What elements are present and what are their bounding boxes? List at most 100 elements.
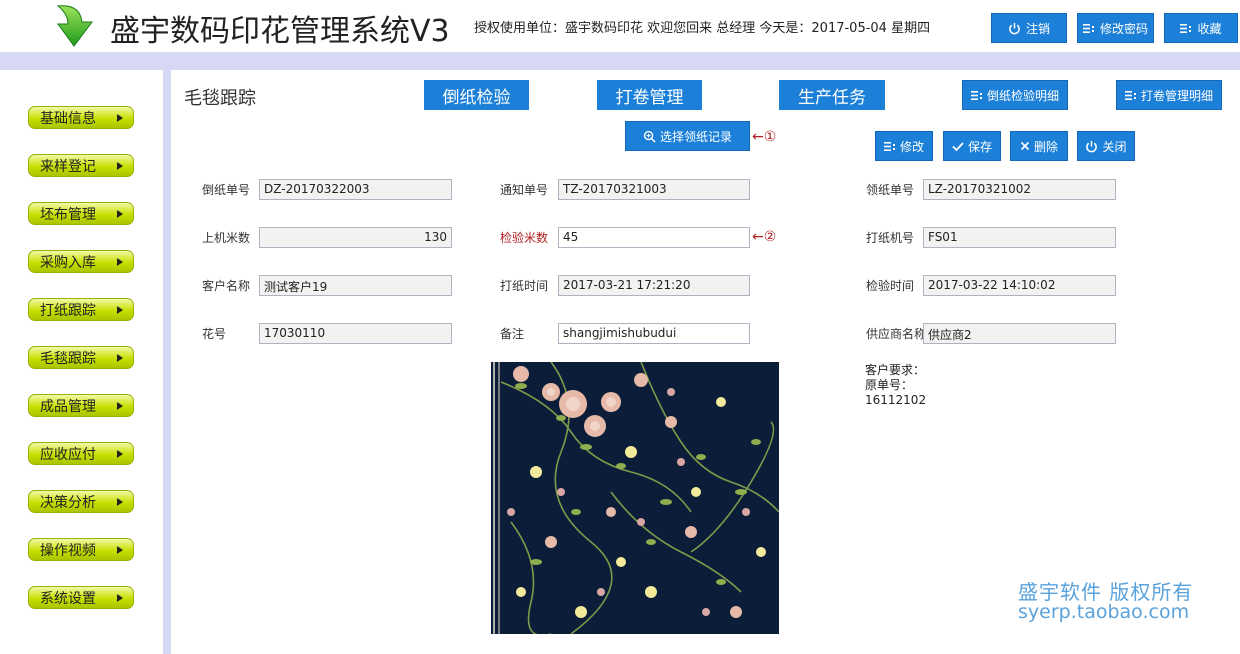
select-record-label: 选择领纸记录 — [659, 129, 732, 144]
customer-requirement-label: 客户要求： — [865, 363, 926, 377]
sidebar-item-decision-analysis[interactable]: 决策分析 — [28, 490, 134, 513]
sidebar-item-label: 成品管理 — [40, 398, 96, 415]
machine-meters-label: 上机米数 — [202, 231, 251, 245]
zoom-in-icon — [643, 130, 656, 143]
pattern-label: 花号 — [202, 327, 227, 341]
list-icon — [1082, 23, 1094, 33]
inspect-time-field[interactable]: 2017-03-22 14:10:02 — [923, 275, 1116, 296]
save-button[interactable]: 保存 — [943, 131, 1001, 161]
sidebar-item-label: 应收应付 — [40, 446, 96, 463]
sidebar-item-label: 毛毯跟踪 — [40, 350, 96, 367]
triangle-right-icon — [117, 162, 123, 170]
sidebar-item-print-tracking[interactable]: 打纸跟踪 — [28, 298, 134, 321]
customer-field[interactable]: 测试客户19 — [259, 275, 452, 296]
change-password-label: 修改密码 — [1099, 21, 1148, 36]
edit-button[interactable]: 修改 — [875, 131, 933, 161]
list-icon — [883, 141, 895, 151]
select-record-button[interactable]: 选择领纸记录 — [625, 121, 750, 151]
floral-pattern-graphic — [491, 362, 779, 634]
sidebar-item-basic-info[interactable]: 基础信息 — [28, 106, 134, 129]
sidebar-item-greige-management[interactable]: 坯布管理 — [28, 202, 134, 225]
delete-button[interactable]: 删除 — [1010, 131, 1068, 161]
tab-production-task[interactable]: 生产任务 — [779, 80, 885, 110]
sidebar-item-finished-goods[interactable]: 成品管理 — [28, 394, 134, 417]
inspect-time-label: 检验时间 — [866, 279, 915, 293]
save-label: 保存 — [967, 139, 992, 154]
edit-label: 修改 — [899, 139, 924, 154]
annotation-marker-2: ←② — [752, 229, 777, 245]
daozhi-no-field[interactable]: DZ-20170322003 — [259, 179, 452, 200]
close-button[interactable]: 关闭 — [1077, 131, 1135, 161]
copyright-watermark: 盛宇软件 版权所有 syerp.taobao.com — [1018, 582, 1193, 622]
inspect-meters-label: 检验米数 — [500, 231, 549, 245]
logout-label: 注销 — [1025, 21, 1050, 36]
power-icon — [1086, 140, 1098, 152]
logo-arrow-icon — [56, 5, 93, 47]
app-header: 盛宇数码印花管理系统V3 授权使用单位：盛宇数码印花 欢迎您回来 总经理 今天是… — [0, 0, 1240, 52]
pattern-field[interactable]: 17030110 — [259, 323, 452, 344]
user-info: 授权使用单位：盛宇数码印花 欢迎您回来 总经理 今天是：2017-05-04 星… — [474, 21, 931, 36]
sidebar: 基础信息 来样登记 坯布管理 采购入库 打纸跟踪 毛毯跟踪 成品管理 应收应付 … — [0, 70, 163, 654]
fabric-pattern-image — [491, 362, 779, 634]
sidebar-item-purchase-inbound[interactable]: 采购入库 — [28, 250, 134, 273]
rolling-detail-button[interactable]: 打卷管理明细 — [1116, 80, 1222, 110]
favorites-label: 收藏 — [1197, 21, 1222, 36]
print-time-label: 打纸时间 — [500, 279, 549, 293]
sidebar-item-label: 打纸跟踪 — [40, 302, 96, 319]
printer-no-label: 打纸机号 — [866, 231, 915, 245]
sidebar-item-tutorial-video[interactable]: 操作视频 — [28, 538, 134, 561]
list-icon — [970, 90, 982, 100]
app-title: 盛宇数码印花管理系统V3 — [110, 14, 450, 49]
sidebar-item-label: 系统设置 — [40, 590, 96, 607]
sidebar-item-sample-registration[interactable]: 来样登记 — [28, 154, 134, 177]
list-icon — [1124, 90, 1136, 100]
favorites-button[interactable]: 收藏 — [1164, 13, 1238, 43]
triangle-right-icon — [117, 258, 123, 266]
sidebar-item-receivables-payables[interactable]: 应收应付 — [28, 442, 134, 465]
customer-label: 客户名称 — [202, 279, 251, 293]
watermark-line-1: 盛宇软件 版权所有 — [1018, 580, 1194, 604]
remark-field[interactable]: shangjimishubudui — [558, 323, 750, 344]
lingzhi-no-field[interactable]: LZ-20170321002 — [923, 179, 1116, 200]
logout-button[interactable]: 注销 — [991, 13, 1067, 43]
triangle-right-icon — [117, 450, 123, 458]
sidebar-item-system-settings[interactable]: 系统设置 — [28, 586, 134, 609]
sidebar-item-blanket-tracking[interactable]: 毛毯跟踪 — [28, 346, 134, 369]
close-label: 关闭 — [1102, 139, 1127, 154]
daozhi-no-label: 倒纸单号 — [202, 183, 251, 197]
inspection-detail-label: 倒纸检验明细 — [986, 88, 1059, 103]
sidebar-item-label: 基础信息 — [40, 110, 96, 127]
sidebar-item-label: 决策分析 — [40, 494, 96, 511]
power-icon — [1009, 22, 1020, 34]
original-order-number: 16112102 — [865, 393, 927, 407]
original-order-label: 原单号： — [865, 378, 914, 392]
triangle-right-icon — [117, 546, 123, 554]
tab-paper-inspection[interactable]: 倒纸检验 — [424, 80, 529, 110]
triangle-right-icon — [117, 594, 123, 602]
header-band — [0, 52, 1240, 70]
inspection-detail-button[interactable]: 倒纸检验明细 — [962, 80, 1068, 110]
triangle-right-icon — [117, 354, 123, 362]
remark-label: 备注 — [500, 327, 525, 341]
list-icon — [1180, 23, 1192, 33]
supplier-label: 供应商名称 — [866, 327, 927, 341]
sidebar-item-label: 来样登记 — [40, 158, 96, 175]
supplier-field[interactable]: 供应商2 — [923, 323, 1116, 344]
order-notes: 客户要求： 原单号： 16112102 — [865, 363, 926, 408]
annotation-marker-1: ←① — [752, 129, 777, 145]
printer-no-field[interactable]: FS01 — [923, 227, 1116, 248]
machine-meters-field[interactable]: 130 — [259, 227, 452, 248]
inspect-meters-field[interactable]: 45 — [558, 227, 750, 248]
sidebar-item-label: 采购入库 — [40, 254, 96, 271]
triangle-right-icon — [117, 402, 123, 410]
notice-no-field[interactable]: TZ-20170321003 — [558, 179, 750, 200]
lingzhi-no-label: 领纸单号 — [866, 183, 915, 197]
sidebar-divider — [163, 70, 171, 654]
delete-label: 删除 — [1033, 139, 1058, 154]
tab-rolling-management[interactable]: 打卷管理 — [597, 80, 702, 110]
rolling-detail-label: 打卷管理明细 — [1140, 88, 1213, 103]
triangle-right-icon — [117, 114, 123, 122]
triangle-right-icon — [117, 498, 123, 506]
change-password-button[interactable]: 修改密码 — [1077, 13, 1154, 43]
print-time-field[interactable]: 2017-03-21 17:21:20 — [558, 275, 750, 296]
